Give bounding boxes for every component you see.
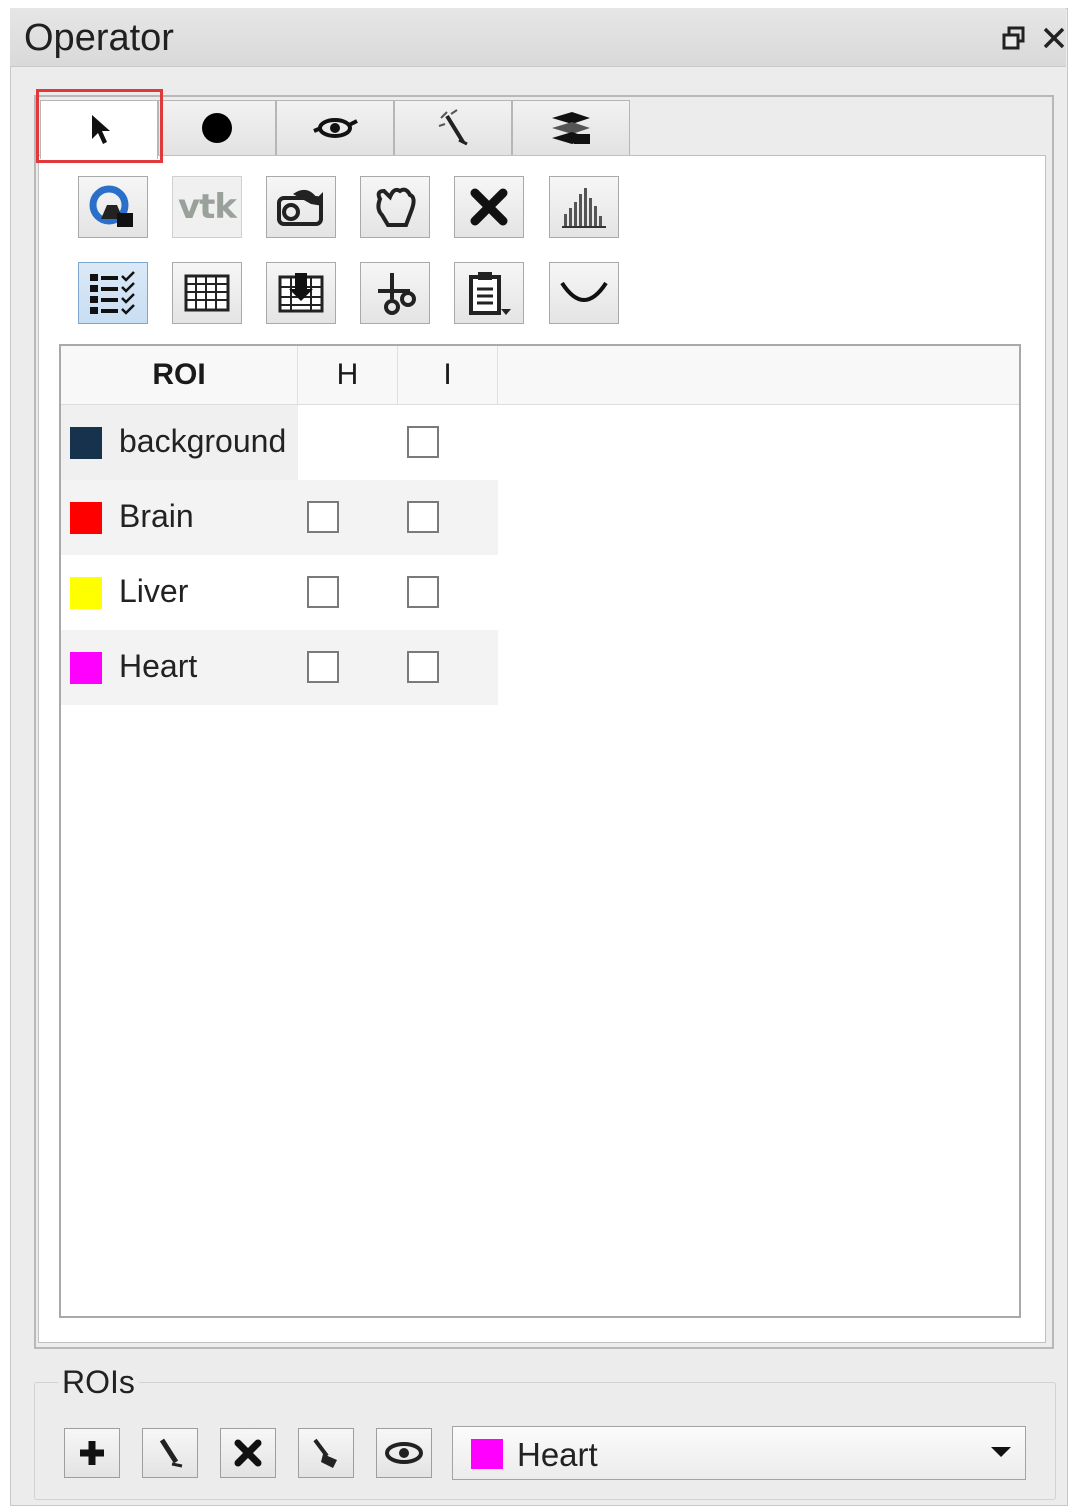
eye-icon: [385, 1442, 423, 1464]
table-row[interactable]: Liver: [61, 555, 498, 630]
roi-list-button[interactable]: [78, 262, 148, 324]
brush-roi-button[interactable]: [298, 1428, 354, 1478]
table-icon: [184, 274, 230, 312]
table-header: ROI H I: [61, 346, 1019, 405]
curve-button[interactable]: [549, 262, 619, 324]
vtk-label: vtk: [177, 187, 237, 227]
brush-icon: [313, 1438, 337, 1468]
checkbox-h[interactable]: [307, 501, 339, 533]
delete-tool-button[interactable]: [454, 176, 524, 238]
panel-title: Operator: [24, 17, 174, 59]
edit-roi-button[interactable]: [142, 1428, 198, 1478]
table-button[interactable]: [172, 262, 242, 324]
download-icon: [278, 273, 324, 313]
checklist-icon: [90, 271, 135, 315]
table-row[interactable]: background: [61, 405, 498, 480]
checkbox-i[interactable]: [407, 426, 439, 458]
table-row[interactable]: Heart: [61, 630, 498, 705]
tab-select-tool[interactable]: [40, 100, 158, 159]
roi-select-combobox[interactable]: Heart: [452, 1426, 1026, 1480]
checkbox-h[interactable]: [307, 576, 339, 608]
tab-view-tool[interactable]: [276, 100, 394, 155]
roi-name: Heart: [119, 648, 198, 684]
cursor-arrow-icon: [92, 115, 110, 144]
close-icon[interactable]: [1040, 24, 1068, 52]
checkbox-h[interactable]: [307, 651, 339, 683]
roi-name: background: [119, 423, 287, 459]
add-roi-button[interactable]: [64, 1428, 120, 1478]
rotate-3d-button[interactable]: [266, 176, 336, 238]
delete-icon: [234, 1439, 262, 1467]
layers-icon: [552, 112, 590, 144]
header-i[interactable]: I: [398, 346, 498, 404]
roi-color-swatch: [70, 652, 102, 684]
float-window-icon[interactable]: [1000, 24, 1028, 52]
snapshot-button[interactable]: [78, 176, 148, 238]
snapshot-icon: [89, 185, 133, 227]
curve-icon: [560, 281, 608, 302]
tab-draw-tool[interactable]: [158, 100, 276, 155]
tab-magic-tool[interactable]: [394, 100, 512, 155]
rotate-3d-icon: [277, 189, 323, 226]
delete-roi-button[interactable]: [220, 1428, 276, 1478]
roi-color-swatch: [70, 427, 102, 459]
filled-circle-icon: [202, 113, 232, 143]
panel-titlebar: Operator: [10, 8, 1066, 67]
roi-color-swatch: [70, 502, 102, 534]
selected-roi-name: Heart: [517, 1436, 598, 1473]
cut-button[interactable]: [360, 262, 430, 324]
paste-button[interactable]: [454, 262, 524, 324]
magic-wand-icon: [438, 109, 468, 146]
header-h[interactable]: H: [298, 346, 398, 404]
histogram-icon: [562, 188, 606, 228]
histogram-button[interactable]: [549, 176, 619, 238]
checkbox-i[interactable]: [407, 651, 439, 683]
import-button[interactable]: [266, 262, 336, 324]
header-roi[interactable]: ROI: [61, 346, 298, 404]
rois-group-label: ROIs: [58, 1364, 139, 1401]
toggle-visibility-button[interactable]: [376, 1428, 432, 1478]
checkbox-i[interactable]: [407, 501, 439, 533]
roi-name: Liver: [119, 573, 189, 609]
add-icon: [80, 1441, 104, 1465]
vtk-button[interactable]: vtk: [172, 176, 242, 238]
roi-table: ROI H I background Brain Liver Heart: [59, 344, 1021, 1318]
tab-layers-tool[interactable]: [512, 100, 630, 155]
edit-pencil-icon: [159, 1438, 183, 1468]
pan-button[interactable]: [360, 176, 430, 238]
clipboard-icon: [469, 272, 511, 315]
delete-icon: [470, 188, 508, 226]
checkbox-i[interactable]: [407, 576, 439, 608]
hand-pan-icon: [376, 187, 416, 227]
eye-brush-icon: [313, 118, 358, 138]
chevron-down-icon[interactable]: [991, 1447, 1011, 1457]
scissors-icon: [378, 273, 416, 315]
selected-roi-swatch: [471, 1439, 503, 1469]
roi-color-swatch: [70, 577, 102, 609]
roi-name: Brain: [119, 498, 194, 534]
table-row[interactable]: Brain: [61, 480, 498, 555]
